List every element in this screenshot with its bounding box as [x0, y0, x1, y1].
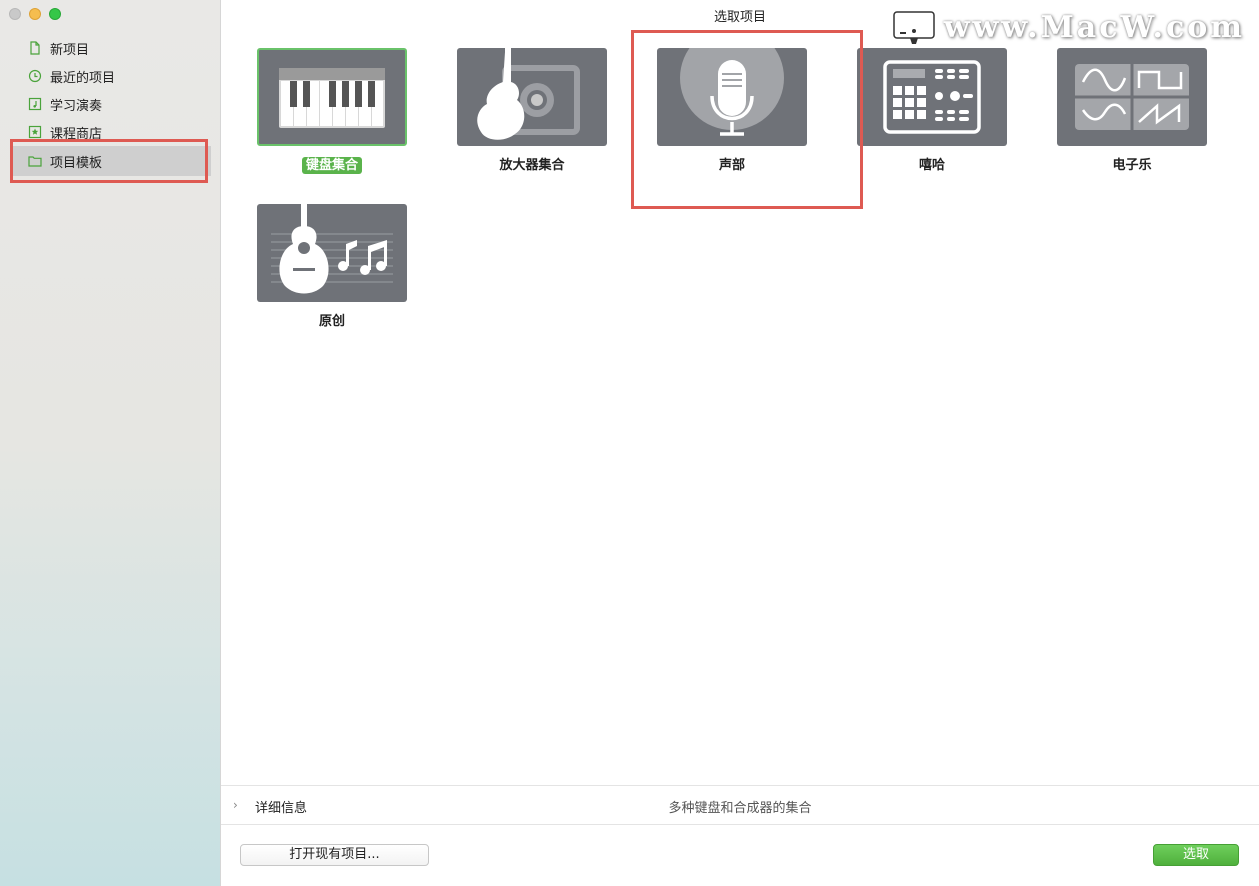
- choose-button[interactable]: 选取: [1153, 844, 1239, 866]
- sidebar-item-new-project[interactable]: 新项目: [0, 34, 221, 62]
- sidebar-item-label: 学习演奏: [50, 98, 103, 114]
- template-thumbnail: [857, 48, 1007, 146]
- template-label: 放大器集合: [499, 158, 565, 173]
- main-panel: 选取项目 键盘集合 放大器集合 声部 嘻哈 电子乐 原创 www.MacW.co…: [221, 0, 1259, 886]
- template-thumbnail: [257, 48, 407, 146]
- sidebar-item-lesson-store[interactable]: 课程商店: [0, 118, 221, 146]
- sidebar-item-label: 最近的项目: [50, 70, 116, 86]
- template-description: 多种键盘和合成器的集合: [668, 801, 812, 816]
- template-label: 键盘集合: [257, 156, 407, 176]
- details-bar: › 详细信息 多种键盘和合成器的集合: [221, 785, 1259, 825]
- project-chooser-window: 新项目 最近的项目 学习演奏 课程商店 项目模板 选取项目 键盘集合 放大器集合…: [0, 0, 1259, 886]
- document-icon: [30, 41, 40, 55]
- template-label: 声部: [718, 158, 745, 173]
- sidebar: 新项目 最近的项目 学习演奏 课程商店 项目模板: [0, 0, 221, 886]
- sidebar-item-label: 项目模板: [50, 155, 103, 171]
- close-window-button[interactable]: [9, 8, 21, 20]
- waveform-icon: [1075, 64, 1189, 130]
- acoustic-guitar-notes-icon: [271, 204, 393, 294]
- drum-machine-icon: [883, 60, 981, 134]
- zoom-window-button[interactable]: [49, 8, 61, 20]
- macw-logo-icon: [892, 10, 935, 44]
- template-label: 嘻哈: [918, 158, 945, 173]
- star-icon: [28, 125, 42, 139]
- template-label: 电子乐: [1112, 158, 1152, 173]
- window-controls: [9, 8, 61, 20]
- template-keyboard-collection[interactable]: 键盘集合: [257, 48, 407, 176]
- watermark: www.MacW.com: [892, 10, 1245, 45]
- template-thumbnail: [457, 48, 607, 146]
- template-label: 原创: [318, 314, 345, 329]
- sidebar-item-project-templates[interactable]: 项目模板: [10, 146, 211, 176]
- music-note-icon: [28, 97, 42, 111]
- guitar-amp-icon: [477, 48, 580, 140]
- template-voice[interactable]: 声部: [657, 48, 807, 176]
- clock-icon: [28, 69, 42, 83]
- template-thumbnail: [657, 48, 807, 146]
- minimize-window-button[interactable]: [29, 8, 41, 20]
- template-thumbnail: [257, 204, 407, 302]
- sidebar-list: 新项目 最近的项目 学习演奏 课程商店 项目模板: [0, 34, 221, 176]
- template-thumbnail: [1057, 48, 1207, 146]
- template-hip-hop[interactable]: 嘻哈: [857, 48, 1007, 176]
- open-existing-project-button[interactable]: 打开现有项目...: [240, 844, 429, 866]
- template-songwriter[interactable]: 原创: [257, 204, 407, 332]
- template-electronic[interactable]: 电子乐: [1057, 48, 1207, 176]
- template-amp-collection[interactable]: 放大器集合: [457, 48, 607, 176]
- watermark-text: www.MacW.com: [943, 10, 1245, 45]
- sidebar-item-label: 课程商店: [50, 126, 103, 142]
- sidebar-item-recent[interactable]: 最近的项目: [0, 62, 221, 90]
- sidebar-item-learn[interactable]: 学习演奏: [0, 90, 221, 118]
- folder-icon: [28, 156, 42, 167]
- microphone-icon: [680, 48, 784, 136]
- piano-keyboard-icon: [279, 68, 385, 128]
- sidebar-item-label: 新项目: [50, 42, 90, 58]
